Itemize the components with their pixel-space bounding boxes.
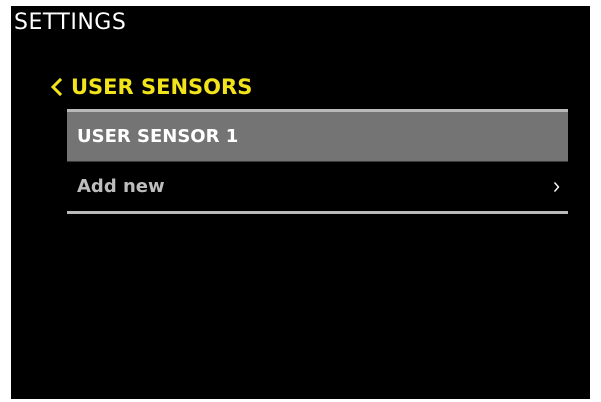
menu-bottom-rule <box>67 211 568 214</box>
menu-item-add-new[interactable]: Add new <box>67 162 568 211</box>
section-title: USER SENSORS <box>71 75 253 99</box>
menu-item-label: USER SENSOR 1 <box>77 126 239 147</box>
device-screen: SETTINGS USER SENSORS USER SENSOR 1 Add … <box>11 6 590 399</box>
chevron-left-icon <box>51 78 62 96</box>
menu-item-label: Add new <box>77 176 165 197</box>
menu-item-user-sensor-1[interactable]: USER SENSOR 1 <box>67 112 568 161</box>
sensor-menu: USER SENSOR 1 Add new <box>67 109 568 214</box>
page-title: SETTINGS <box>14 10 127 35</box>
back-button[interactable]: USER SENSORS <box>51 72 252 102</box>
chevron-right-icon <box>553 181 560 193</box>
